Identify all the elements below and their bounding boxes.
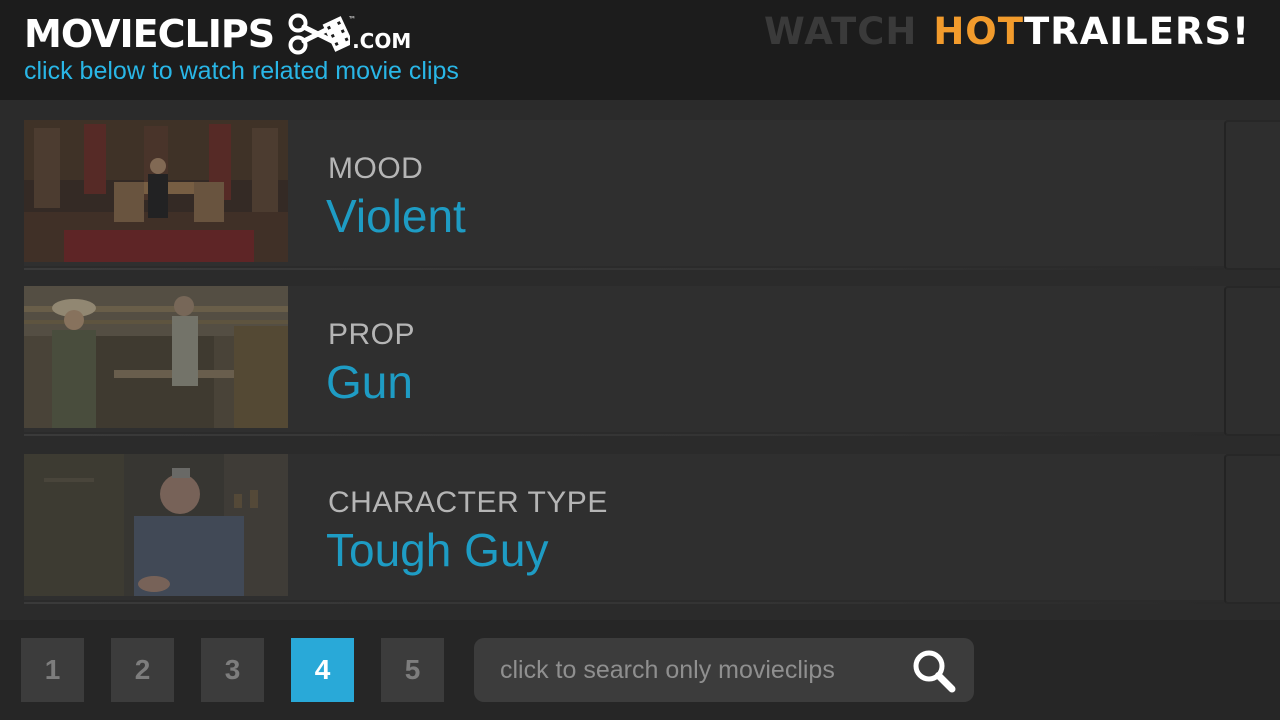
footer: 1 2 3 4 5 click to search only movieclip…	[0, 620, 1280, 720]
search-input[interactable]: click to search only movieclips	[474, 638, 974, 702]
header: MOVIECLIPS ™ .COM click below to watch r…	[0, 0, 1280, 100]
trademark-symbol: ™	[348, 15, 357, 24]
row-value-link[interactable]: Tough Guy	[326, 524, 548, 576]
promo-watch: WATCH	[764, 10, 918, 53]
clip-row-mood[interactable]: MOOD Violent	[24, 120, 1280, 270]
page-button-1[interactable]: 1	[21, 638, 84, 702]
scissors-icon	[288, 13, 351, 55]
promo-hot: HOT	[933, 10, 1024, 53]
page-button-4-active[interactable]: 4	[291, 638, 354, 702]
row-divider	[24, 434, 1224, 436]
row-category-label: PROP	[328, 318, 416, 351]
row-category-label: CHARACTER TYPE	[328, 486, 608, 519]
clip-row-character-type[interactable]: CHARACTER TYPE Tough Guy	[24, 454, 1280, 604]
page-button-3[interactable]: 3	[201, 638, 264, 702]
row-divider	[24, 602, 1224, 604]
page-button-2[interactable]: 2	[111, 638, 174, 702]
clip-row-prop[interactable]: PROP Gun	[24, 286, 1280, 436]
thumbnail-image	[24, 120, 288, 262]
promo-trailers: TRAILERS!	[1024, 10, 1250, 53]
row-value-link[interactable]: Violent	[326, 190, 466, 242]
clip-thumbnail-mood	[24, 120, 288, 262]
page-button-5[interactable]: 5	[381, 638, 444, 702]
clip-thumbnail-prop	[24, 286, 288, 428]
row-divider	[24, 268, 1224, 270]
search-placeholder: click to search only movieclips	[500, 656, 835, 684]
clip-thumbnail-character-type	[24, 454, 288, 596]
logo-domain: ™ .COM	[348, 15, 412, 53]
logo-domain-text: .COM	[352, 29, 412, 53]
movieclips-logo[interactable]: MOVIECLIPS ™ .COM	[24, 10, 411, 58]
logo-wordmark: MOVIECLIPS	[24, 12, 275, 56]
row-category-label: MOOD	[328, 152, 424, 185]
tagline: click below to watch related movie clips	[24, 57, 459, 85]
watch-hot-trailers-link[interactable]: WATCH HOT TRAILERS!	[764, 10, 1250, 54]
thumbnail-image	[24, 454, 288, 596]
thumbnail-image	[24, 286, 288, 428]
search-icon[interactable]	[910, 647, 958, 695]
row-value-link[interactable]: Gun	[326, 356, 413, 408]
